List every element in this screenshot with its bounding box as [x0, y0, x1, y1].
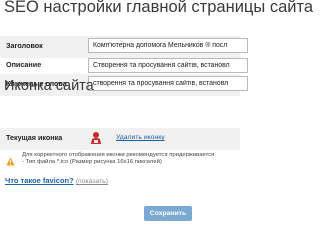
field-row-title: Заголовок: [0, 36, 248, 58]
field-label-title: Заголовок: [6, 41, 43, 50]
favicon-preview-icon: [88, 131, 104, 145]
description-input[interactable]: [88, 58, 248, 73]
warning-text-line-2: - Тип файла *.ico (Размер рисунка 16x16 …: [22, 159, 162, 165]
favicon-help-toggle[interactable]: (показать): [76, 178, 108, 185]
warning-icon: [6, 153, 15, 166]
current-icon-label: Текущая иконка: [6, 133, 63, 142]
keywords-input[interactable]: [88, 76, 248, 91]
warning-text-line-1: Для корректного отображения иконки реком…: [22, 152, 215, 158]
favicon-help-link[interactable]: Что такое favicon?: [5, 176, 74, 185]
field-label-description: Описание: [6, 60, 42, 69]
delete-icon-link[interactable]: Удалить иконку: [116, 134, 165, 141]
page-title: SEO настройки главной страницы сайта: [4, 0, 314, 16]
field-row-description: Описание: [0, 57, 248, 74]
title-input[interactable]: [88, 38, 248, 53]
icon-section-title: Иконка сайта: [4, 78, 94, 94]
current-icon-row: Текущая иконка Удалить иконку: [0, 128, 240, 150]
save-button[interactable]: Сохранить: [144, 206, 192, 221]
favicon-help: Что такое favicon? (показать): [5, 176, 108, 185]
favicon-warning: Для корректного отображения иконки реком…: [0, 150, 240, 170]
